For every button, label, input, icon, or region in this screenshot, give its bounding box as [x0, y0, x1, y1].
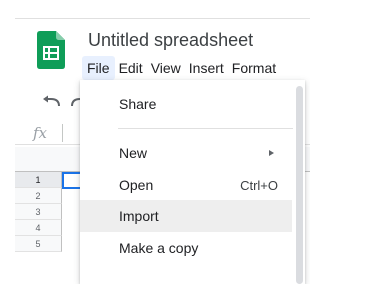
menu-item-open[interactable]: Open Ctrl+O	[80, 169, 292, 201]
menu-item-share[interactable]: Share	[80, 88, 292, 120]
row-header-5[interactable]: 5	[15, 236, 62, 252]
menu-item-make-copy-label: Make a copy	[119, 240, 199, 256]
menu-item-import-label: Import	[119, 208, 159, 224]
row-headers: 1 2 3 4 5	[15, 172, 62, 252]
menu-insert[interactable]: Insert	[185, 56, 228, 80]
menu-file[interactable]: File	[82, 56, 115, 80]
menu-format[interactable]: Format	[228, 56, 280, 80]
spreadsheet-app: Untitled spreadsheet File Edit View Inse…	[0, 0, 310, 284]
menu-edit[interactable]: Edit	[115, 56, 147, 80]
menu-divider	[118, 128, 293, 129]
undo-icon[interactable]	[42, 94, 62, 110]
menu-item-import[interactable]: Import	[80, 200, 292, 232]
top-divider	[15, 18, 310, 19]
menu-scrollbar[interactable]	[296, 86, 303, 284]
menu-item-open-label: Open	[119, 177, 154, 193]
menu-item-make-copy[interactable]: Make a copy	[80, 232, 292, 264]
formula-separator	[62, 124, 63, 142]
row-header-3[interactable]: 3	[15, 204, 62, 220]
menu-view[interactable]: View	[147, 56, 185, 80]
menu-item-open-shortcut: Ctrl+O	[240, 177, 278, 193]
menu-item-share-label: Share	[119, 96, 157, 112]
menu-item-new-label: New	[119, 145, 148, 161]
sheets-logo-icon[interactable]	[37, 31, 65, 69]
file-menu-dropdown: Share New Open Ctrl+O Import Make a copy	[80, 80, 305, 284]
formula-fx-label: fx	[33, 124, 48, 142]
submenu-arrow-icon	[269, 150, 274, 156]
row-header-4[interactable]: 4	[15, 220, 62, 236]
row-header-1[interactable]: 1	[15, 172, 62, 188]
menu-bar: File Edit View Insert Format	[80, 55, 280, 81]
menu-item-new[interactable]: New	[80, 137, 292, 169]
row-header-2[interactable]: 2	[15, 188, 62, 204]
document-title[interactable]: Untitled spreadsheet	[88, 30, 253, 51]
